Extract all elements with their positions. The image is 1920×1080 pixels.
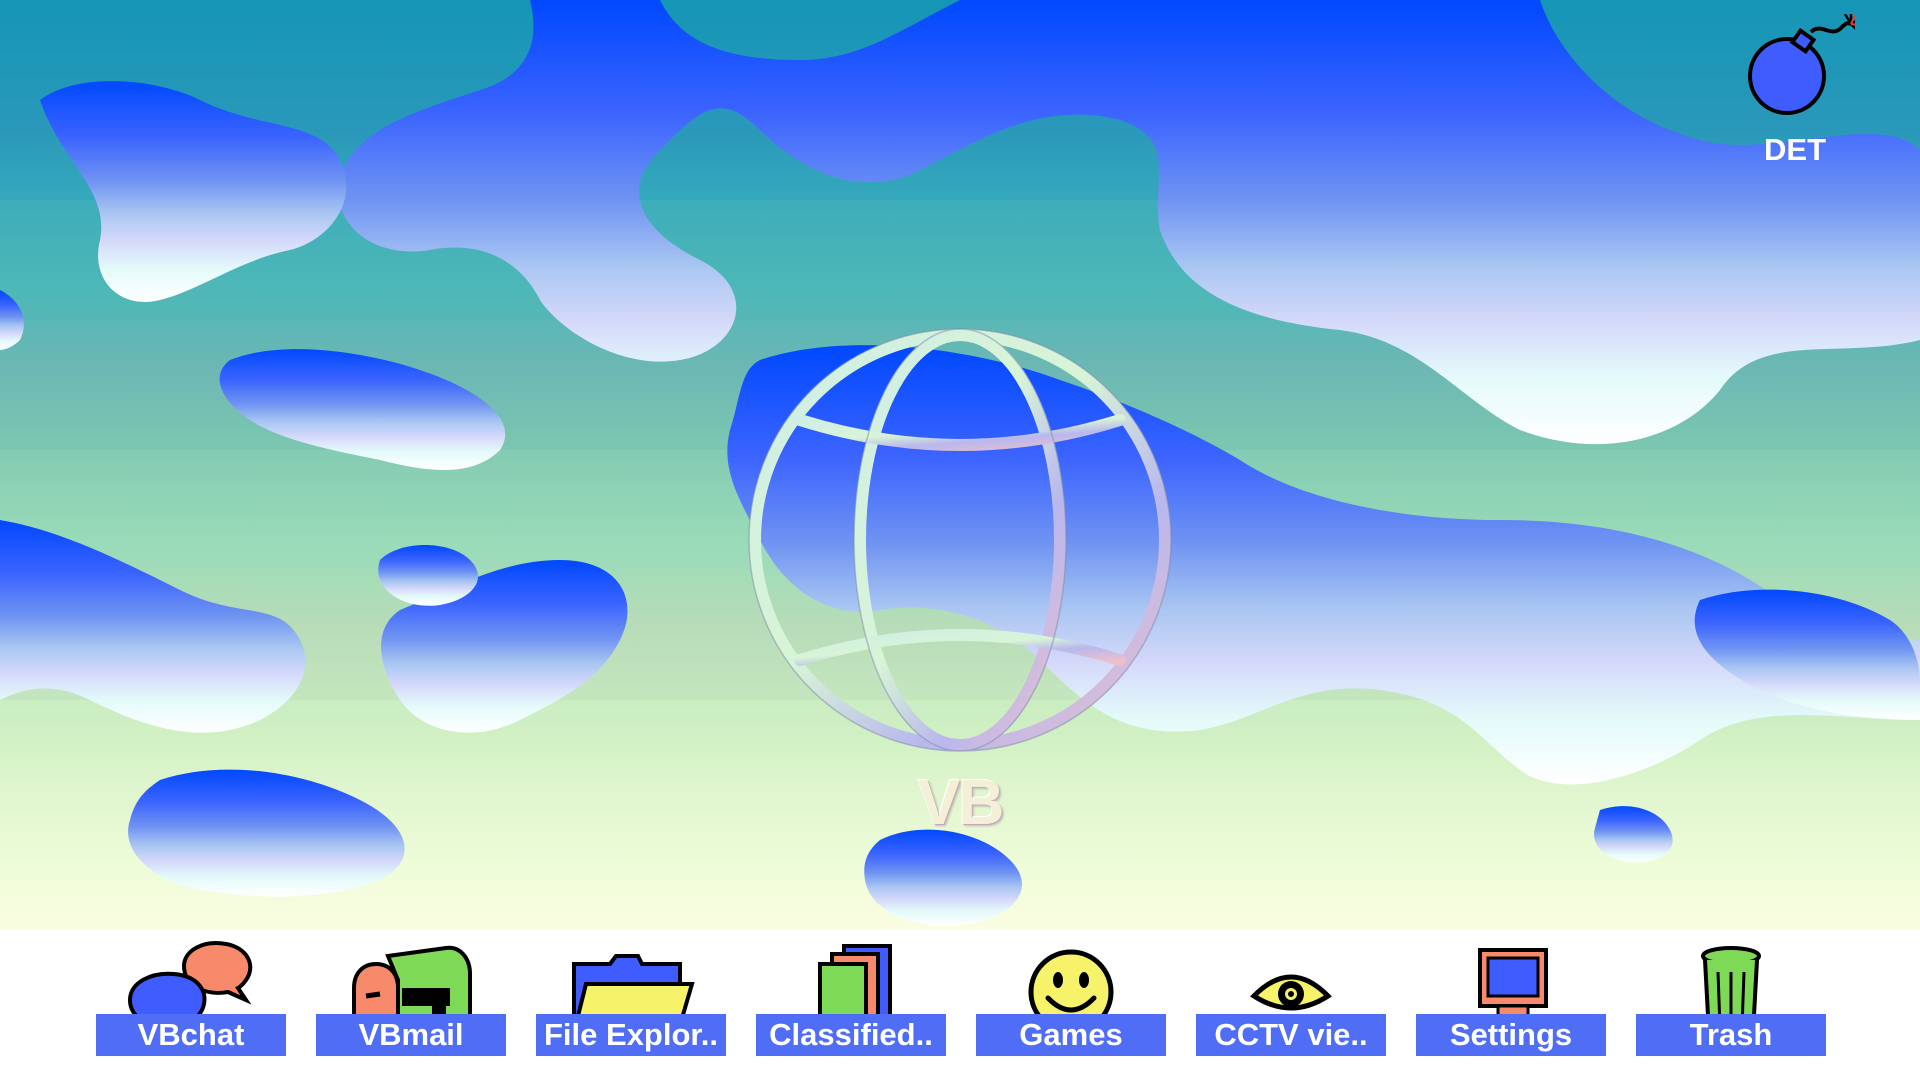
vbchat-label[interactable]: VBchat xyxy=(96,1014,286,1056)
games-label[interactable]: Games xyxy=(976,1014,1166,1056)
vbmail-label[interactable]: VBmail xyxy=(316,1014,506,1056)
file-explorer-label[interactable]: File Explor.. xyxy=(536,1014,726,1056)
desktop: VB DET VBchat VBmail File Explor.. Class… xyxy=(0,0,1920,1080)
bomb-icon xyxy=(1748,14,1855,115)
classified-label[interactable]: Classified.. xyxy=(756,1014,946,1056)
logo-text: VB xyxy=(917,766,1005,838)
cctv-viewer-label[interactable]: CCTV vie.. xyxy=(1196,1014,1386,1056)
globe-logo-icon xyxy=(748,328,1172,752)
detonate-shortcut[interactable]: DET xyxy=(1735,14,1855,167)
trash-label[interactable]: Trash xyxy=(1636,1014,1826,1056)
settings-label[interactable]: Settings xyxy=(1416,1014,1606,1056)
detonate-label: DET xyxy=(1764,132,1826,167)
